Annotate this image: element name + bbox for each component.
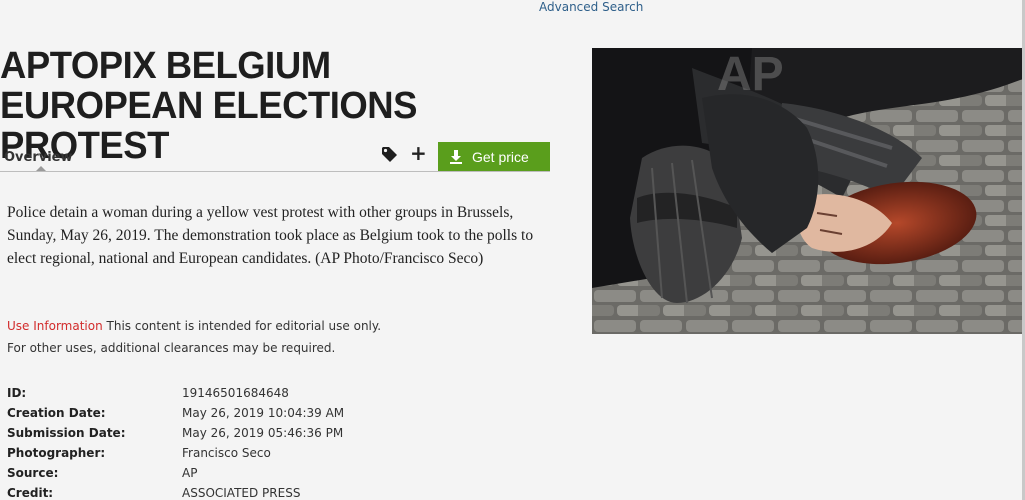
news-photo[interactable]: AP	[592, 48, 1025, 334]
metadata-value: Francisco Seco	[182, 446, 271, 460]
download-icon	[450, 149, 462, 164]
metadata-row-source: Source: AP	[7, 463, 344, 483]
metadata-label: Credit:	[7, 486, 54, 500]
metadata-value: May 26, 2019 05:46:36 PM	[182, 426, 344, 440]
metadata-label: Submission Date:	[7, 426, 126, 440]
metadata-value: AP	[182, 466, 198, 480]
get-price-button[interactable]: Get price	[438, 142, 550, 171]
active-tab-caret	[36, 166, 46, 171]
metadata-table: ID: 19146501684648 Creation Date: May 26…	[7, 383, 344, 500]
metadata-row-creation-date: Creation Date: May 26, 2019 10:04:39 AM	[7, 403, 344, 423]
metadata-value: May 26, 2019 10:04:39 AM	[182, 406, 345, 420]
metadata-label: Photographer:	[7, 446, 106, 460]
metadata-label: ID:	[7, 386, 27, 400]
use-information-line2: For other uses, additional clearances ma…	[7, 341, 336, 355]
metadata-row-credit: Credit: ASSOCIATED PRESS	[7, 483, 344, 500]
metadata-row-id: ID: 19146501684648	[7, 383, 344, 403]
use-information-link[interactable]: Use Information	[7, 319, 103, 333]
metadata-label: Creation Date:	[7, 406, 106, 420]
metadata-value: 19146501684648	[182, 386, 289, 400]
advanced-search-link[interactable]: Advanced Search	[539, 0, 643, 14]
use-information-text: This content is intended for editorial u…	[102, 319, 382, 333]
metadata-row-submission-date: Submission Date: May 26, 2019 05:46:36 P…	[7, 423, 344, 443]
photo-caption: Police detain a woman during a yellow ve…	[7, 204, 534, 267]
ap-watermark: AP	[717, 48, 784, 101]
tab-bar: Overview + Get price	[0, 142, 550, 172]
use-information: Use Information This content is intended…	[7, 315, 567, 359]
metadata-label: Source:	[7, 466, 59, 480]
news-photo-image: AP	[592, 48, 1025, 334]
metadata-value: ASSOCIATED PRESS	[182, 486, 301, 500]
plus-icon[interactable]: +	[410, 142, 427, 164]
metadata-row-photographer: Photographer: Francisco Seco	[7, 443, 344, 463]
tab-overview[interactable]: Overview	[4, 150, 73, 165]
get-price-label: Get price	[472, 148, 529, 165]
tag-icon[interactable]	[381, 146, 399, 164]
